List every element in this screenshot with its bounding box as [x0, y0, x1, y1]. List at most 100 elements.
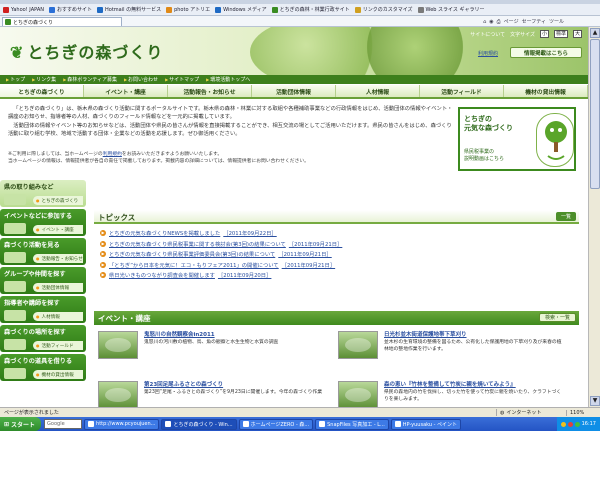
nav-tab[interactable]: 活動フィールド — [420, 85, 504, 97]
video-banner[interactable]: とちぎの 元気な森づくり 県民税事業の 説明動画はこちら — [458, 107, 576, 171]
event-title[interactable]: 第23回足尾ふるさとの森づくり — [144, 380, 223, 388]
intro-paragraph: 「とちぎの森づくり」は、栃木県の森づくり活動に関するポータルサイトです。栃木県の… — [8, 106, 453, 121]
util-link[interactable]: トップ — [6, 76, 25, 83]
browser-tab[interactable]: とちぎの森づくり — [2, 17, 122, 26]
event-card[interactable]: 森の恵い『竹林を整備して竹炭に親を焼いてみよう』 県民の森地内の竹を伐採し、切った… — [334, 379, 569, 407]
favorite-link[interactable]: photo アトリエ — [166, 6, 210, 13]
event-title[interactable]: 森の恵い『竹林を整備して竹炭に親を焼いてみよう』 — [384, 380, 516, 388]
event-card[interactable]: 日光杉並木街道保護地帯下草刈り並木杉の生育環境の整備を図るため、公有化した保護用… — [334, 329, 569, 369]
tray-icon[interactable] — [560, 421, 566, 427]
topic-title[interactable]: 県日光いきものつながり調査会を開催します — [109, 271, 215, 279]
sidebar-photo — [4, 339, 26, 350]
nav-tab[interactable]: イベント・講座 — [84, 85, 168, 97]
event-title[interactable]: 日光杉並木街道保護地帯下草刈り — [384, 330, 467, 338]
nav-tab[interactable]: 機材の貸出情報 — [504, 85, 588, 97]
zoom-level[interactable]: 110% — [566, 409, 600, 416]
event-title[interactable]: 鬼怒川の自然観察会in2011 — [144, 330, 215, 338]
topics-header: トピックス 一覧 — [94, 210, 579, 224]
topic-title[interactable]: とちぎの元気な森づくり県民税事業評価委員会(第3回)の結果について — [109, 250, 275, 258]
about-site-link[interactable]: サイトについて — [470, 31, 505, 38]
tray-icon[interactable] — [574, 421, 580, 427]
terms-link[interactable]: 利用規約 — [478, 50, 498, 57]
home-icon[interactable]: ⌂ — [483, 19, 486, 25]
util-link[interactable]: お問い合わせ — [124, 76, 158, 83]
status-bar: ページが表示されました ◍ インターネット 110% — [0, 407, 600, 417]
scroll-up-icon[interactable]: ▲ — [590, 28, 600, 38]
scroll-down-icon[interactable]: ▼ — [590, 396, 600, 406]
favorite-icon — [166, 6, 173, 13]
taskbar-button[interactable]: ホームページZERO - 森... — [238, 418, 314, 430]
sidebar-item[interactable]: 指導者や講師を探す人材情報 — [0, 296, 86, 323]
favorite-link[interactable]: Web スライス ギャラリー — [417, 6, 484, 13]
taskbar-button[interactable]: http://www.pcyoujuen... — [84, 418, 160, 430]
sidebar-photo — [4, 194, 26, 205]
event-photo[interactable] — [98, 381, 138, 407]
topic-item[interactable]: ▶ とちぎの元気な森づくりNEWSを掲載しました ［2011年09月22日］ — [100, 228, 575, 239]
tray-icon[interactable] — [567, 421, 573, 427]
topics-list-button[interactable]: 一覧 — [555, 212, 576, 221]
util-link[interactable]: 森林ボランティア募集 — [63, 76, 117, 83]
favorite-link[interactable]: とちぎの森林・林業行政サイト — [271, 6, 350, 13]
note-text: ※ご利用に際しましては、当ホームページの — [8, 152, 103, 157]
scrollbar-thumb[interactable] — [590, 39, 600, 189]
topic-item[interactable]: ▶ 「とちぎ”から日本を元気に！エコ・もりフェア2011」の開催について ［2011… — [100, 260, 575, 271]
topic-item[interactable]: ▶ とちぎの元気な森づくり県民税事業評価委員会(第3回)の結果について ［2011年… — [100, 249, 575, 260]
topic-date: ［2011年09月20日］ — [217, 273, 272, 280]
taskbar-button[interactable]: とちぎの森づくり - Win... — [161, 418, 237, 430]
banner-line: とちぎの — [464, 115, 492, 123]
font-small-button[interactable]: 小 — [540, 30, 549, 38]
banner-heading: とちぎの 元気な森づくり — [464, 115, 513, 133]
nav-tab[interactable]: 人材情報 — [336, 85, 420, 97]
sidebar-item[interactable]: グループや仲間を探す活動団体情報 — [0, 267, 86, 294]
topic-title[interactable]: とちぎの元気な森づくりNEWSを掲載しました — [109, 229, 220, 237]
feed-icon[interactable]: ◉ — [489, 19, 493, 25]
sidebar-item[interactable]: 森づくりの場所を探す活動フィールド — [0, 325, 86, 352]
command-1[interactable]: セーフティ — [522, 18, 546, 25]
favorite-link[interactable]: Yahoo! JAPAN — [3, 6, 44, 13]
nav-tab[interactable]: とちぎの森づくり — [0, 85, 84, 97]
favorite-icon — [48, 6, 55, 13]
favorite-link[interactable]: Windows メディア — [215, 6, 267, 13]
events-search-button[interactable]: 検索・一覧 — [538, 313, 576, 322]
post-info-button[interactable]: 情報掲載はこちら — [510, 47, 582, 58]
util-link[interactable]: リンク集 — [32, 76, 56, 83]
topic-title[interactable]: 「とちぎ”から日本を元気に！エコ・もりフェア2011」の開催について — [109, 261, 279, 269]
event-photo[interactable] — [98, 331, 138, 359]
util-link[interactable]: サイトマップ — [165, 76, 199, 83]
sidebar-item[interactable]: 森づくりの道具を借りる機材の貸出情報 — [0, 354, 86, 381]
command-2[interactable]: ツール — [549, 18, 564, 25]
vertical-scrollbar[interactable]: ▲ ▼ — [588, 27, 600, 407]
nav-tab[interactable]: 活動報告・お知らせ — [168, 85, 252, 97]
utility-bar: トップリンク集森林ボランティア募集お問い合わせサイトマップ環境活動トップへ — [0, 75, 588, 84]
start-button[interactable]: ⊞ スタート — [0, 417, 42, 431]
print-icon[interactable]: ⎙ — [497, 19, 501, 25]
clock[interactable]: 16:17 — [582, 421, 596, 427]
sidebar-item[interactable]: 県の取り組みなどとちぎの森づくり — [0, 180, 86, 207]
favorite-link[interactable]: リンクのカスタマイズ — [354, 6, 413, 13]
event-card[interactable]: 第23回足尾ふるさとの森づくり 第23回“足尾・ふるさとの森づくり”を9月23日に… — [94, 379, 329, 407]
topic-title[interactable]: とちぎの元気な森づくり県民税事業に関する検討会(第3回)の結果について — [109, 240, 286, 248]
favorite-link[interactable]: Hotmail の無料サービス — [97, 6, 161, 13]
font-standard-button[interactable]: 標準 — [554, 30, 568, 38]
event-photo[interactable] — [338, 331, 378, 359]
topic-item[interactable]: ▶ とちぎの元気な森づくり県民税事業に関する検討会(第3回)の結果について ［201… — [100, 239, 575, 250]
event-description: 並木杉の生育環境の整備を図るため、公有化した保護用地の下草刈り及び来春の植林地の… — [384, 340, 562, 352]
topic-date: ［2011年09月21日］ — [281, 262, 336, 269]
terms-note-link[interactable]: 利用規約 — [103, 152, 122, 157]
favorite-link[interactable]: おすすめサイト — [48, 6, 92, 13]
event-card[interactable]: 鬼怒川の自然観察会in2011 鬼怒川の河川敷の植物、鳥、魚の観察と水生生物と水質… — [94, 329, 329, 369]
event-photo[interactable] — [338, 381, 378, 407]
font-large-button[interactable]: 大 — [573, 30, 582, 38]
sidebar-item[interactable]: イベントなどに参加するイベント・講座 — [0, 209, 86, 236]
taskbar-button[interactable]: SnapFiles 写真加工 - L... — [315, 418, 389, 430]
google-search-box[interactable]: Google — [44, 419, 83, 429]
site-logo[interactable]: ❦ とちぎの森づくり — [10, 39, 163, 63]
util-link[interactable]: 環境活動トップへ — [206, 76, 250, 83]
sidebar-item[interactable]: 森づくり活動を見る活動報告・お知らせ — [0, 238, 86, 265]
sidebar-item-sub: とちぎの森づくり — [33, 196, 83, 205]
app-icon — [319, 421, 326, 427]
nav-tab[interactable]: 活動団体情報 — [252, 85, 336, 97]
topic-item[interactable]: ▶ 県日光いきものつながり調査会を開催します ［2011年09月20日］ — [100, 270, 575, 281]
taskbar-button[interactable]: HP-yuusaku - ペイント — [390, 418, 462, 430]
command-0[interactable]: ページ — [504, 18, 519, 25]
